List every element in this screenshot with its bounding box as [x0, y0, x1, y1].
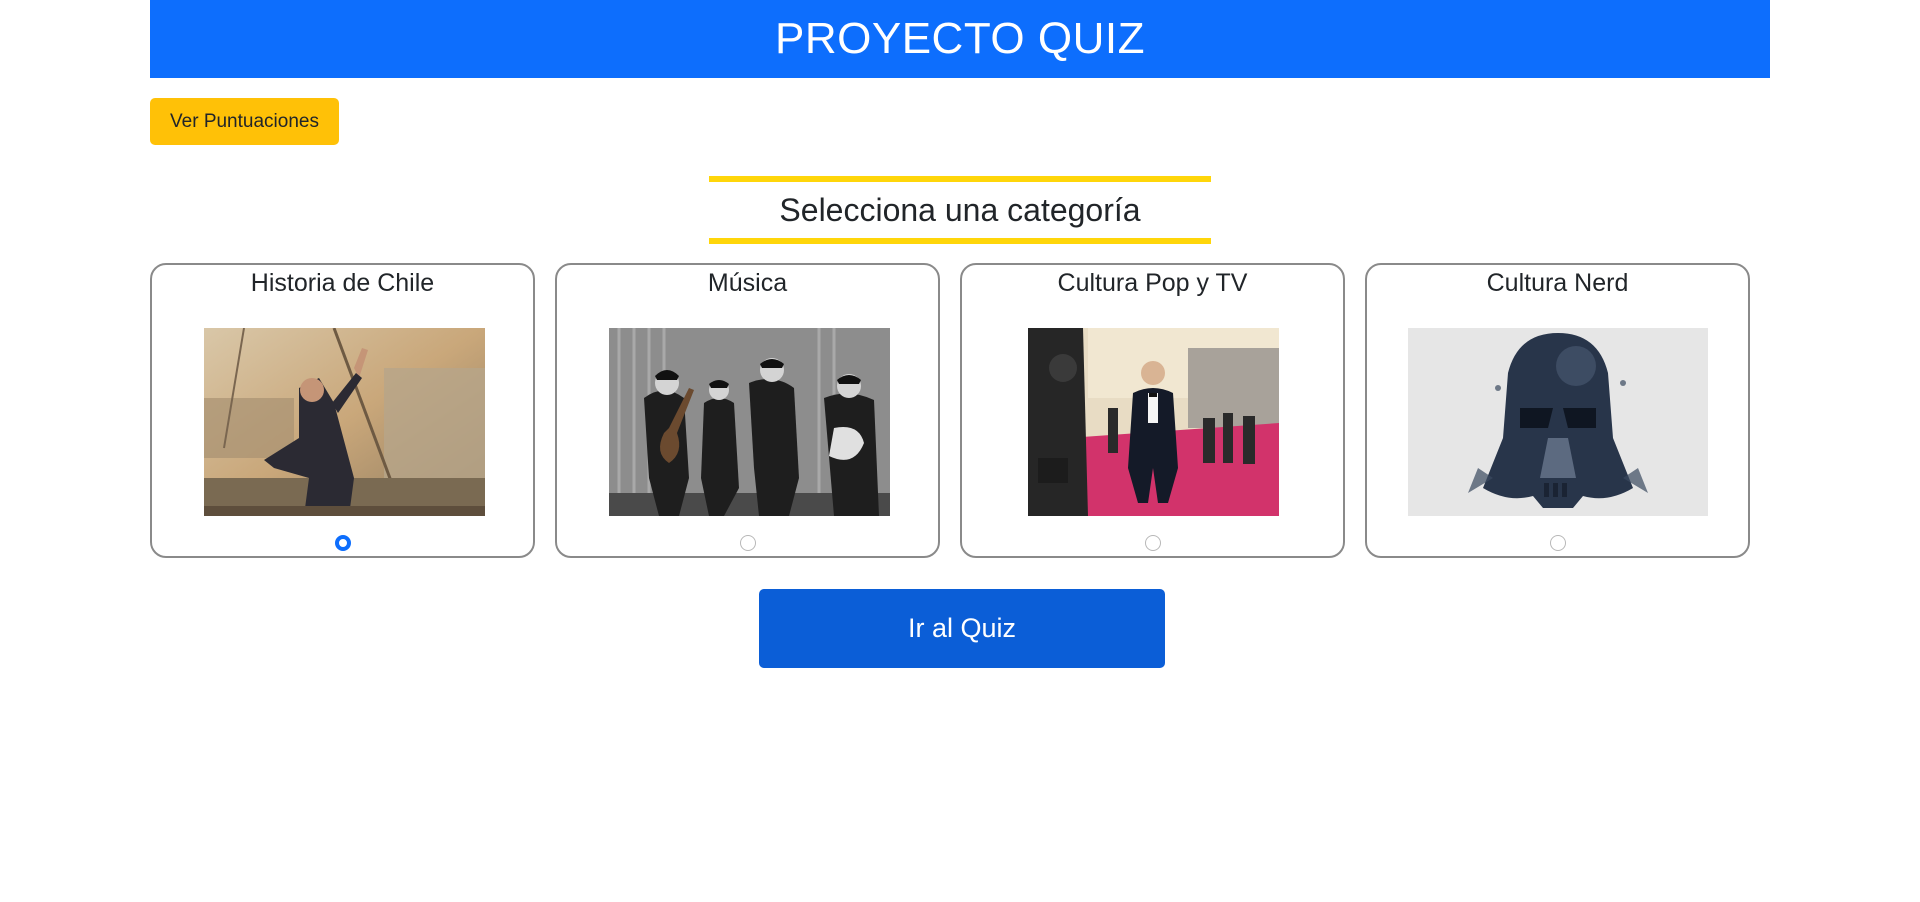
category-radio[interactable] — [1549, 535, 1566, 551]
category-card-historia[interactable]: Historia de Chile — [150, 263, 535, 558]
red-carpet-photo-image — [1028, 328, 1279, 516]
page-title: PROYECTO QUIZ — [775, 14, 1145, 63]
darth-vader-helmet-art-image — [1408, 328, 1708, 516]
category-card-cultura-nerd[interactable]: Cultura Nerd — [1365, 263, 1750, 558]
category-radio[interactable] — [1144, 535, 1161, 551]
category-radio[interactable] — [739, 535, 756, 551]
naval-battle-painting-image — [204, 328, 485, 516]
category-title: Cultura Pop y TV — [1057, 269, 1248, 297]
band-black-white-photo-image — [609, 328, 890, 516]
app-header: PROYECTO QUIZ — [150, 0, 1770, 78]
category-list: Historia de Chile Música Cultura Pop y T… — [150, 263, 1750, 558]
category-title: Historia de Chile — [250, 269, 435, 297]
category-card-musica[interactable]: Música — [555, 263, 940, 558]
go-to-quiz-button[interactable]: Ir al Quiz — [759, 589, 1165, 668]
category-title: Música — [707, 269, 788, 297]
category-title: Cultura Nerd — [1486, 269, 1629, 297]
category-radio[interactable] — [334, 535, 351, 551]
category-card-cultura-pop[interactable]: Cultura Pop y TV — [960, 263, 1345, 558]
page-container: PROYECTO QUIZ Ver Puntuaciones Seleccion… — [150, 0, 1770, 668]
category-heading: Selecciona una categoría — [709, 176, 1211, 244]
view-scores-button[interactable]: Ver Puntuaciones — [150, 98, 339, 145]
